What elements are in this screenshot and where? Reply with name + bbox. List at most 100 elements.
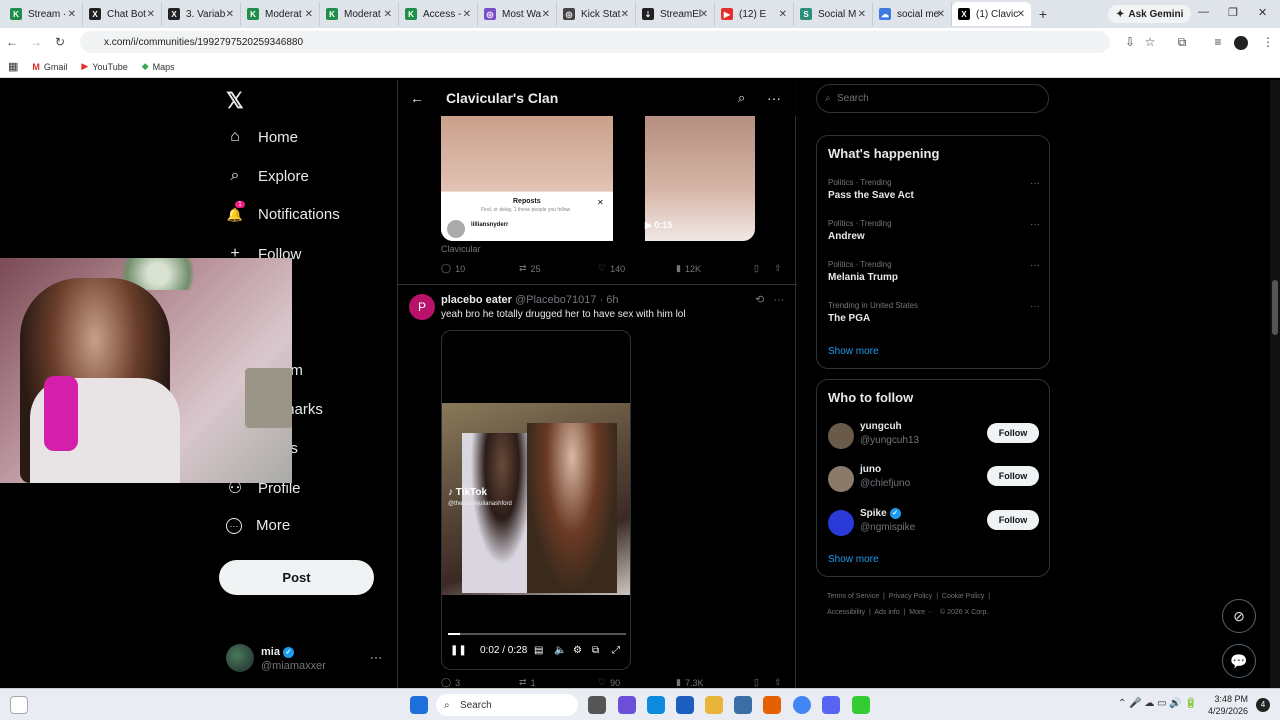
tab-close-icon[interactable]: ✕ <box>226 9 234 20</box>
views-button[interactable]: ▮ 7.3K <box>676 677 703 688</box>
forward-arrow-icon[interactable]: → <box>24 35 48 49</box>
grok-icon[interactable]: ⊘ <box>1222 599 1256 633</box>
avatar[interactable]: P <box>409 294 435 320</box>
widgets-icon[interactable] <box>10 696 28 714</box>
menu-icon[interactable]: ⋮ <box>1256 35 1280 49</box>
bookmark-maps[interactable]: ◆ Maps <box>142 61 175 72</box>
more-icon[interactable]: ··· <box>1030 178 1040 189</box>
browser-tab[interactable]: K Access - ✕ <box>399 2 478 26</box>
footer-link[interactable]: Privacy Policy <box>889 593 933 600</box>
reply-button[interactable]: ◯ 3 <box>441 677 460 688</box>
tab-close-icon[interactable]: ✕ <box>147 9 155 20</box>
bookmark-icon[interactable]: ▯ <box>754 263 759 274</box>
footer-link[interactable]: Cookie Policy <box>942 593 984 600</box>
more-icon[interactable]: ··· <box>773 294 784 306</box>
clock[interactable]: 3:48 PM 4/29/2026 <box>1200 693 1248 717</box>
browser-tab[interactable]: K Stream · ✕ <box>4 2 83 26</box>
tab-close-icon[interactable]: ✕ <box>68 9 76 20</box>
footer-link[interactable]: Terms of Service <box>827 593 879 600</box>
taskbar-search[interactable]: ⌕ Search <box>436 694 578 716</box>
url-bar[interactable]: x.com/i/communities/1992797520259346880 <box>80 31 1110 53</box>
bookmark-icon[interactable]: ▯ <box>754 677 759 688</box>
tab-close-icon[interactable]: ✕ <box>700 9 708 20</box>
captions-icon[interactable]: ▤ <box>534 645 543 656</box>
views-button[interactable]: ▮ 12K <box>676 263 701 274</box>
footer-link[interactable]: More ··· <box>909 609 934 616</box>
account-switcher[interactable]: mia ✓ @miamaxxer ··· <box>226 642 386 682</box>
nav-home[interactable]: ⌂ Home <box>226 128 298 146</box>
reload-icon[interactable]: ↻ <box>48 35 72 49</box>
nav-notifications[interactable]: 🔔 1 Notifications <box>226 200 340 223</box>
file-explorer-icon[interactable] <box>705 696 723 714</box>
back-arrow-icon[interactable]: ← <box>0 35 24 49</box>
x-logo-icon[interactable]: 𝕏 <box>226 88 244 114</box>
browser-tab[interactable]: S Social M ✕ <box>794 2 873 26</box>
task-view-icon[interactable] <box>588 696 606 714</box>
bookmark-star-icon[interactable]: ☆ <box>1138 35 1162 49</box>
post-button[interactable]: Post <box>219 560 374 595</box>
repost-button[interactable]: ⇄ 1 <box>519 677 536 688</box>
back-arrow-icon[interactable]: ← <box>410 90 424 106</box>
store-icon[interactable] <box>676 696 694 714</box>
browser-tab[interactable]: X Chat Bot ✕ <box>83 2 162 26</box>
grok-icon[interactable]: ⟲ <box>755 294 764 306</box>
nav-more[interactable]: ⋯ More <box>226 517 290 534</box>
tab-close-icon[interactable]: ✕ <box>858 9 866 20</box>
new-tab-button[interactable]: + <box>1031 6 1055 22</box>
footer-link[interactable]: Ads info <box>874 609 899 616</box>
more-icon[interactable]: ··· <box>1030 301 1040 312</box>
tab-close-icon[interactable]: ✕ <box>1017 9 1025 20</box>
tab-close-icon[interactable]: ✕ <box>621 9 629 20</box>
share-icon[interactable]: ⇧ <box>774 263 782 274</box>
repost-button[interactable]: ⇄ 25 <box>519 263 541 274</box>
system-tray[interactable]: ⌃ 🎤 ☁ ▭ 🔊 🔋 <box>1118 698 1197 709</box>
tab-close-icon[interactable]: ✕ <box>305 9 313 20</box>
more-icon[interactable]: ··· <box>1030 260 1040 271</box>
edge-icon[interactable] <box>647 696 665 714</box>
profile-avatar[interactable] <box>1234 36 1248 50</box>
windows-start-icon[interactable] <box>410 696 428 714</box>
tab-close-icon[interactable]: ✕ <box>384 9 392 20</box>
tab-close-icon[interactable]: ✕ <box>937 9 945 20</box>
trend-item[interactable]: Trending in United States The PGA ··· <box>828 301 1040 324</box>
browser-tab[interactable]: K Moderat ✕ <box>241 2 320 26</box>
follow-button[interactable]: Follow <box>987 510 1039 530</box>
media-icon[interactable]: ≡ <box>1206 35 1230 49</box>
post-media-video[interactable]: ▶ 0:15 <box>645 116 755 241</box>
ask-gemini-button[interactable]: ✦ Ask Gemini <box>1108 5 1192 23</box>
search-icon[interactable]: ⌕ <box>738 90 745 106</box>
like-button[interactable]: ♡ 90 <box>598 677 620 688</box>
browser-tab[interactable]: ▶ (12) E ✕ <box>715 2 794 26</box>
bookmark-gmail[interactable]: M Gmail <box>32 62 67 72</box>
reply-button[interactable]: ◯ 10 <box>441 263 465 274</box>
video-progress-bar[interactable] <box>448 633 626 635</box>
browser-tab[interactable]: ⇣ StreamEl ✕ <box>636 2 715 26</box>
apps-grid-icon[interactable]: ▦ <box>8 60 18 73</box>
video-player[interactable]: ♪ TikTok @theodorejulianashford ❚❚ 0:02 … <box>441 330 631 670</box>
pip-icon[interactable]: ⧉ <box>592 645 599 656</box>
trend-item[interactable]: Politics · Trending Andrew ··· <box>828 219 1040 242</box>
browser-tab[interactable]: ◎ Most Wa ✕ <box>478 2 557 26</box>
copilot-icon[interactable] <box>618 696 636 714</box>
search-input[interactable]: ⌕ Search <box>816 84 1049 113</box>
minimize-icon[interactable]: — <box>1198 6 1209 18</box>
trend-item[interactable]: Politics · Trending Melania Trump ··· <box>828 260 1040 283</box>
nav-explore[interactable]: ⌕ Explore <box>226 167 309 185</box>
browser-tab[interactable]: ☁ social me ✕ <box>873 2 952 26</box>
like-button[interactable]: ♡ 140 <box>598 263 625 274</box>
tab-close-icon[interactable]: ✕ <box>463 9 471 20</box>
firefox-icon[interactable] <box>763 696 781 714</box>
show-more-link[interactable]: Show more <box>828 554 879 565</box>
follow-suggestion[interactable]: juno @chiefjuno Follow <box>828 464 1040 494</box>
footer-link[interactable]: Accessibility <box>827 609 865 616</box>
fullscreen-icon[interactable]: ⤢ <box>612 645 620 656</box>
trend-item[interactable]: Politics · Trending Pass the Save Act ··· <box>828 178 1040 201</box>
messages-icon[interactable]: 💬 <box>1222 644 1256 678</box>
follow-suggestion[interactable]: yungcuh @yungcuh13 Follow <box>828 421 1040 451</box>
browser-tab[interactable]: X 3. Variab ✕ <box>162 2 241 26</box>
settings-gear-icon[interactable]: ⚙ <box>573 645 582 656</box>
account-more-icon[interactable]: ··· <box>370 650 382 664</box>
post-media-image[interactable]: Reposts Find, or delay, 1 these people y… <box>441 116 613 241</box>
extensions-icon[interactable]: ⧉ <box>1170 35 1194 50</box>
follow-button[interactable]: Follow <box>987 466 1039 486</box>
